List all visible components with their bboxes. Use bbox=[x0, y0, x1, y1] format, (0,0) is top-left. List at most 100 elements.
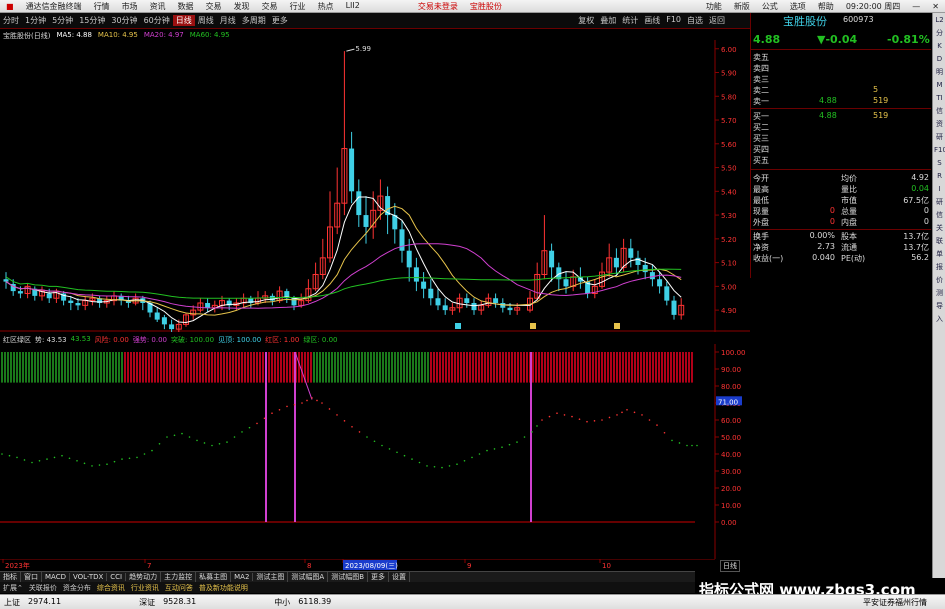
menu-item-0[interactable]: 行情 bbox=[94, 1, 110, 12]
tool-6[interactable]: 返回 bbox=[706, 15, 728, 26]
right-menu-item-2[interactable]: 公式 bbox=[762, 1, 778, 12]
indicator-tab-6[interactable]: 主力监控 bbox=[161, 572, 197, 582]
menu-item-1[interactable]: 市场 bbox=[122, 1, 138, 12]
event-marker-icon[interactable] bbox=[530, 323, 536, 329]
tool-3[interactable]: 画线 bbox=[641, 15, 663, 26]
sidebar-btn-15[interactable]: 信 bbox=[934, 210, 945, 221]
indicator-tab-7[interactable]: 私募主图 bbox=[196, 572, 232, 582]
minimize-icon[interactable]: — bbox=[912, 2, 920, 11]
right-menu-item-0[interactable]: 功能 bbox=[706, 1, 722, 12]
stat-row-6: 净资 2.73 流通 13.7亿 bbox=[751, 242, 931, 253]
sidebar-btn-14[interactable]: 研 bbox=[934, 197, 945, 208]
period-7[interactable]: 周线 bbox=[195, 15, 217, 26]
indicator-tab-9[interactable]: 测试主图 bbox=[253, 572, 289, 582]
oscillator-dot bbox=[586, 420, 588, 423]
menu-item-2[interactable]: 资讯 bbox=[150, 1, 166, 12]
sidebar-btn-21[interactable]: 测 bbox=[934, 288, 945, 299]
sidebar-btn-3[interactable]: D bbox=[934, 54, 945, 65]
sidebar-btn-22[interactable]: 导 bbox=[934, 301, 945, 312]
tool-5[interactable]: 自选 bbox=[684, 15, 706, 26]
event-marker-icon[interactable] bbox=[455, 323, 461, 329]
info-tab-0[interactable]: 扩展⌃ bbox=[0, 583, 26, 593]
sidebar-btn-13[interactable]: I bbox=[934, 184, 945, 195]
candle-body bbox=[421, 281, 427, 289]
period-8[interactable]: 月线 bbox=[217, 15, 239, 26]
tool-2[interactable]: 统计 bbox=[619, 15, 641, 26]
ask-row-3: 卖二 5 bbox=[751, 85, 931, 96]
oscillator-dot bbox=[46, 458, 48, 460]
period-button[interactable]: 日线 bbox=[720, 560, 740, 572]
candle-body bbox=[642, 264, 648, 273]
sidebar-btn-19[interactable]: 报 bbox=[934, 262, 945, 273]
sidebar-btn-1[interactable]: 分 bbox=[934, 28, 945, 39]
sidebar-btn-18[interactable]: 单 bbox=[934, 249, 945, 260]
right-menu-item-3[interactable]: 选项 bbox=[790, 1, 806, 12]
sidebar-btn-17[interactable]: 联 bbox=[934, 236, 945, 247]
oscillator-dot bbox=[321, 402, 323, 404]
close-icon[interactable]: ✕ bbox=[932, 2, 939, 11]
period-3[interactable]: 15分钟 bbox=[76, 15, 108, 26]
indicator-tab-0[interactable]: 指标 bbox=[0, 572, 21, 582]
period-5[interactable]: 60分钟 bbox=[141, 15, 173, 26]
info-tab-5[interactable]: 互动问答 bbox=[162, 583, 196, 593]
sidebar-btn-11[interactable]: S bbox=[934, 158, 945, 169]
indicator-tab-4[interactable]: CCI bbox=[107, 573, 127, 581]
sidebar-btn-4[interactable]: 明 bbox=[934, 67, 945, 78]
indicator-tab-12[interactable]: 更多 bbox=[368, 572, 390, 582]
indicator-tab-5[interactable]: 趋势动力 bbox=[126, 572, 162, 582]
oscillator-dot bbox=[418, 461, 421, 464]
info-tab-2[interactable]: 资金分布 bbox=[60, 583, 94, 593]
right-menu-item-4[interactable]: 帮助 bbox=[818, 1, 834, 12]
candle-body bbox=[3, 279, 9, 282]
indicator-tab-2[interactable]: MACD bbox=[42, 573, 70, 581]
menu-item-7[interactable]: 行业 bbox=[290, 1, 306, 12]
right-menu-item-1[interactable]: 新版 bbox=[734, 1, 750, 12]
info-tab-3[interactable]: 综合资讯 bbox=[94, 583, 128, 593]
period-0[interactable]: 分时 bbox=[0, 15, 22, 26]
period-10[interactable]: 更多 bbox=[269, 15, 291, 26]
indicator-tab-10[interactable]: 测试幅图A bbox=[288, 572, 329, 582]
tool-0[interactable]: 复权 bbox=[575, 15, 597, 26]
sidebar-btn-5[interactable]: M bbox=[934, 80, 945, 91]
period-2[interactable]: 5分钟 bbox=[49, 15, 76, 26]
sidebar-btn-7[interactable]: 信 bbox=[934, 106, 945, 117]
sidebar-btn-0[interactable]: L2 bbox=[934, 15, 945, 26]
sidebar-btn-20[interactable]: 价 bbox=[934, 275, 945, 286]
tool-4[interactable]: F10 bbox=[663, 15, 684, 26]
menu-item-3[interactable]: 数据 bbox=[178, 1, 194, 12]
indicator-chart[interactable]: 100.0090.0080.0070.0060.0050.0040.0030.0… bbox=[0, 344, 750, 559]
menu-item-6[interactable]: 交易 bbox=[262, 1, 278, 12]
info-tab-6[interactable]: 普及新功能说明 bbox=[196, 583, 251, 593]
sidebar-btn-16[interactable]: 关 bbox=[934, 223, 945, 234]
price-label: 4.90 bbox=[721, 307, 737, 315]
sidebar-btn-12[interactable]: R bbox=[934, 171, 945, 182]
sidebar-btn-8[interactable]: 资 bbox=[934, 119, 945, 130]
event-marker-icon[interactable] bbox=[614, 323, 620, 329]
menu-item-9[interactable]: LII2 bbox=[346, 1, 360, 12]
menu-item-8[interactable]: 热点 bbox=[318, 1, 334, 12]
info-tab-1[interactable]: 关联报价 bbox=[26, 583, 60, 593]
sidebar-btn-6[interactable]: TI bbox=[934, 93, 945, 104]
sidebar-btn-2[interactable]: K bbox=[934, 41, 945, 52]
indicator-tab-1[interactable]: 窗口 bbox=[21, 572, 42, 582]
oscillator-dot bbox=[233, 436, 236, 438]
tool-1[interactable]: 叠加 bbox=[597, 15, 619, 26]
info-tab-4[interactable]: 行业资讯 bbox=[128, 583, 162, 593]
stat-value-b: 0.04 bbox=[911, 184, 929, 193]
sidebar-btn-23[interactable]: 入 bbox=[934, 314, 945, 325]
menu-item-5[interactable]: 发现 bbox=[234, 1, 250, 12]
sidebar-btn-10[interactable]: F10 bbox=[934, 145, 945, 156]
period-1[interactable]: 1分钟 bbox=[22, 15, 49, 26]
toolbar-strip-right bbox=[728, 13, 750, 29]
menu-item-4[interactable]: 交易 bbox=[206, 1, 222, 12]
period-9[interactable]: 多周期 bbox=[239, 15, 269, 26]
indicator-tab-3[interactable]: VOL-TDX bbox=[70, 573, 108, 581]
indicator-tab-8[interactable]: MA2 bbox=[231, 573, 254, 581]
sidebar-btn-9[interactable]: 研 bbox=[934, 132, 945, 143]
indicator-tab-11[interactable]: 测试幅图B bbox=[328, 572, 369, 582]
indicator-tab-13[interactable]: 设置 bbox=[389, 572, 411, 582]
period-6[interactable]: 日线 bbox=[172, 15, 195, 26]
period-4[interactable]: 30分钟 bbox=[108, 15, 140, 26]
login-status[interactable]: 交易未登录 bbox=[418, 1, 458, 12]
kline-chart[interactable]: 6.00 5.90 5.80 5.70 5.60 5.50 5.40 5.30 5.20 5.10… bbox=[0, 40, 750, 332]
